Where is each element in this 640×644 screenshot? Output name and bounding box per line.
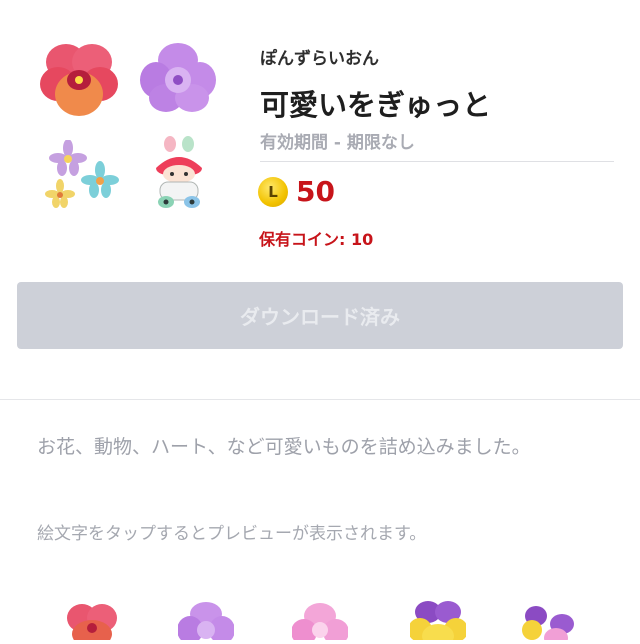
red-pansy-emoji-icon <box>67 604 117 644</box>
emoji-preview-grid <box>0 600 640 644</box>
emoji-item[interactable] <box>177 600 235 644</box>
price-row: L 50 <box>258 175 335 208</box>
owned-coins-value: 10 <box>350 230 374 249</box>
preview-hint: 絵文字をタップするとプレビューが表示されます。 <box>37 524 427 544</box>
download-button[interactable]: ダウンロード済み <box>17 282 623 349</box>
author-name[interactable]: ぽんずらいおん <box>260 44 379 69</box>
violet-pansy-emoji-icon <box>522 606 574 644</box>
thumbnail-red-pansy <box>38 38 120 120</box>
emoji-item[interactable] <box>520 600 580 644</box>
thumbnail-character <box>150 134 208 210</box>
product-title: 可愛いをぎゅっと <box>260 88 492 122</box>
section-divider <box>0 399 640 400</box>
thumbnail-flower-cluster <box>44 139 120 210</box>
emoji-item[interactable] <box>291 600 349 644</box>
yellow-pansy-emoji-icon <box>408 601 468 644</box>
cute-character-icon <box>156 136 202 208</box>
owned-coins-label: 保有コイン: <box>259 230 351 249</box>
price-value: 50 <box>296 175 335 208</box>
purple-flower-emoji-icon <box>177 602 235 644</box>
info-divider <box>260 161 614 162</box>
product-description: お花、動物、ハート、など可愛いものを詰め込みました。 <box>37 436 531 458</box>
flower-cluster-icon <box>45 139 119 208</box>
owned-coins: 保有コイン: 10 <box>259 226 373 250</box>
emoji-item[interactable] <box>408 600 468 644</box>
emoji-item[interactable] <box>62 600 122 644</box>
line-coin-icon: L <box>258 176 288 207</box>
purple-flower-icon <box>140 43 216 112</box>
pink-flower-emoji-icon <box>291 603 349 644</box>
validity-period: 有効期間 - 期限なし <box>260 133 415 153</box>
red-pansy-icon <box>40 44 118 116</box>
thumbnail-purple-flower <box>140 42 216 114</box>
